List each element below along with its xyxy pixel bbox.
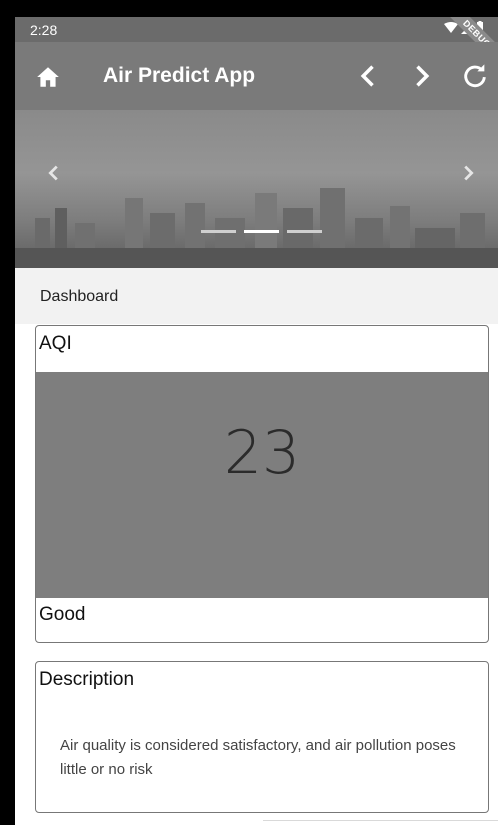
dashboard-header: Dashboard — [15, 268, 498, 324]
chevron-right-icon[interactable] — [407, 62, 435, 90]
refresh-icon[interactable] — [461, 62, 489, 90]
wifi-icon — [444, 22, 458, 33]
dashboard-label: Dashboard — [40, 288, 119, 305]
description-title: Description — [39, 669, 135, 690]
aqi-card: AQI 23 Good — [35, 325, 489, 643]
image-carousel[interactable] — [15, 110, 498, 268]
app-title: Air Predict App — [103, 64, 256, 87]
description-card: Description Air quality is considered sa… — [35, 661, 489, 813]
carousel-indicators — [201, 230, 322, 233]
app-bar: Air Predict App — [15, 42, 498, 110]
carousel-prev-icon[interactable] — [43, 160, 65, 186]
aqi-title: AQI — [39, 333, 72, 354]
app-screen: 2:28 DEBUG Air Predict App Dashboard AQI… — [15, 17, 498, 825]
home-icon[interactable] — [35, 64, 61, 90]
carousel-next-icon[interactable] — [457, 160, 479, 186]
carousel-indicator-active[interactable] — [244, 230, 279, 233]
status-time: 2:28 — [30, 22, 58, 38]
aqi-value-text: 23 — [223, 418, 301, 488]
chevron-left-icon[interactable] — [355, 62, 383, 90]
carousel-indicator[interactable] — [287, 230, 322, 233]
description-text: Air quality is considered satisfactory, … — [60, 737, 456, 778]
aqi-value: 23 — [36, 372, 488, 488]
status-bar: 2:28 DEBUG — [15, 17, 498, 67]
carousel-indicator[interactable] — [201, 230, 236, 233]
city-skyline-image — [15, 188, 498, 268]
divider — [263, 820, 498, 821]
aqi-category: Good — [39, 604, 86, 625]
